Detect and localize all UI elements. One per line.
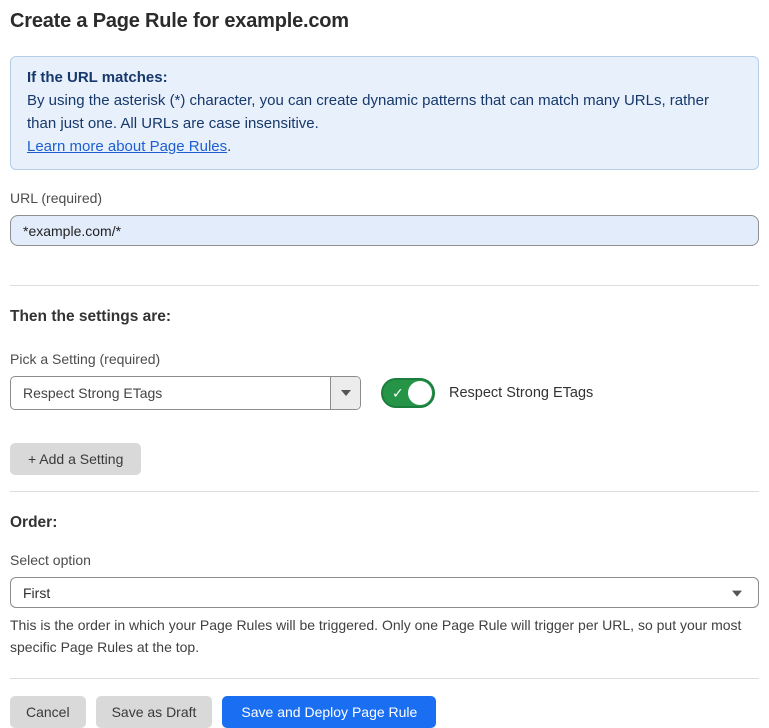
add-setting-button[interactable]: + Add a Setting (10, 443, 141, 475)
setting-select-arrow-button[interactable] (330, 377, 360, 409)
chevron-down-icon (341, 390, 351, 396)
order-help-text: This is the order in which your Page Rul… (10, 614, 759, 658)
order-select-value: First (23, 585, 50, 601)
toggle-label: Respect Strong ETags (449, 385, 593, 401)
info-box-link-line: Learn more about Page Rules. (27, 135, 742, 158)
save-draft-button[interactable]: Save as Draft (96, 696, 213, 728)
order-select[interactable]: First (10, 577, 759, 608)
url-input[interactable] (10, 215, 759, 246)
create-page-rule-form: Create a Page Rule for example.com If th… (0, 10, 769, 728)
check-icon: ✓ (392, 386, 404, 400)
info-box-heading: If the URL matches: (27, 66, 742, 89)
etags-toggle[interactable]: ✓ (381, 378, 435, 408)
setting-select[interactable]: Respect Strong ETags (10, 376, 361, 410)
url-label: URL (required) (10, 190, 759, 206)
link-suffix: . (227, 138, 231, 155)
divider (10, 491, 759, 492)
divider (10, 285, 759, 286)
learn-more-link[interactable]: Learn more about Page Rules (27, 138, 227, 155)
order-section-heading: Order: (10, 514, 759, 532)
footer-actions: Cancel Save as Draft Save and Deploy Pag… (10, 696, 759, 728)
cancel-button[interactable]: Cancel (10, 696, 86, 728)
page-title: Create a Page Rule for example.com (10, 10, 759, 33)
setting-row: Respect Strong ETags ✓ Respect Strong ET… (10, 376, 759, 410)
toggle-knob (408, 381, 432, 405)
order-select-label: Select option (10, 552, 759, 568)
save-deploy-button[interactable]: Save and Deploy Page Rule (222, 696, 436, 728)
info-box-body: By using the asterisk (*) character, you… (27, 89, 742, 135)
pick-setting-label: Pick a Setting (required) (10, 351, 759, 367)
url-match-info-box: If the URL matches: By using the asteris… (10, 56, 759, 170)
chevron-down-icon (732, 590, 742, 596)
divider (10, 678, 759, 679)
settings-section-heading: Then the settings are: (10, 308, 759, 326)
setting-select-value: Respect Strong ETags (11, 377, 330, 409)
